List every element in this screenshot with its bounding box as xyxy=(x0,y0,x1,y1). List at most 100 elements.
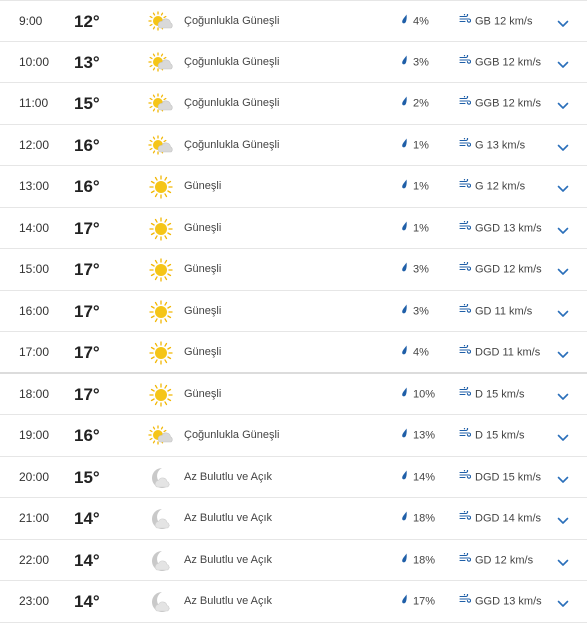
hour-temperature: 13° xyxy=(74,52,100,72)
forecast-row[interactable]: 11:00 15° Çoğunlukla Güneşli 2% GGB 12 k… xyxy=(0,83,587,125)
wind-value: D 15 km/s xyxy=(475,429,525,442)
raindrop-icon xyxy=(401,42,408,83)
precipitation-value: 14% xyxy=(413,470,436,483)
precipitation: 4% xyxy=(401,1,429,42)
precipitation-value: 3% xyxy=(413,263,429,276)
hour-time: 13:00 xyxy=(19,179,50,193)
expand-chevron-icon[interactable] xyxy=(557,389,569,400)
forecast-row[interactable]: 23:00 14° Az Bulutlu ve Açık 17% GGD 13 … xyxy=(0,581,587,623)
wind: DGD 11 km/s xyxy=(459,332,540,373)
expand-chevron-icon[interactable] xyxy=(557,555,569,566)
wind-value: GD 12 km/s xyxy=(475,553,534,566)
hour-time: 18:00 xyxy=(19,386,50,401)
forecast-row[interactable]: 13:00 16° Güneşli 1% G 12 km/s xyxy=(0,166,587,208)
wind-value: G 12 km/s xyxy=(475,180,526,193)
wind-icon xyxy=(459,540,472,581)
raindrop-icon xyxy=(401,581,408,622)
forecast-row[interactable]: 17:00 17° Güneşli 4% DGD 11 km/s xyxy=(0,332,587,374)
expand-chevron-icon[interactable] xyxy=(557,513,569,524)
expand-chevron-icon[interactable] xyxy=(557,347,569,358)
precipitation: 18% xyxy=(401,540,435,581)
precipitation-value: 13% xyxy=(413,429,436,442)
sunny-icon xyxy=(148,175,174,199)
hour-temperature: 16° xyxy=(74,426,100,445)
precipitation-value: 4% xyxy=(413,346,429,359)
precipitation: 3% xyxy=(401,249,429,290)
partly-clear-night-icon xyxy=(148,507,174,531)
forecast-row[interactable]: 19:00 16° Çoğunlukla Güneşli 13% D 15 km… xyxy=(0,415,587,457)
condition-text: Az Bulutlu ve Açık xyxy=(184,595,273,607)
raindrop-icon xyxy=(401,208,408,249)
precipitation-value: 1% xyxy=(413,180,429,193)
wind: GGD 13 km/s xyxy=(459,208,542,249)
mostly-sunny-icon xyxy=(148,424,174,448)
forecast-row[interactable]: 16:00 17° Güneşli 3% GD 11 km/s xyxy=(0,291,587,332)
condition-text: Az Bulutlu ve Açık xyxy=(184,470,273,483)
wind-value: GB 12 km/s xyxy=(475,15,533,28)
wind-value: DGD 14 km/s xyxy=(475,512,542,525)
wind: G 13 km/s xyxy=(459,125,525,166)
expand-chevron-icon[interactable] xyxy=(557,98,569,109)
wind: GD 12 km/s xyxy=(459,540,533,581)
hour-time: 17:00 xyxy=(19,345,50,359)
raindrop-icon xyxy=(401,166,408,207)
raindrop-icon xyxy=(401,540,408,581)
wind-icon xyxy=(459,581,472,622)
wind: GD 11 km/s xyxy=(459,291,532,332)
forecast-row[interactable]: 22:00 14° Az Bulutlu ve Açık 18% GD 12 k… xyxy=(0,540,587,581)
condition-text: Az Bulutlu ve Açık xyxy=(184,553,273,566)
wind-value: GGD 13 km/s xyxy=(475,221,542,234)
expand-chevron-icon[interactable] xyxy=(557,57,569,68)
hour-time: 11:00 xyxy=(19,96,49,110)
wind: DGD 15 km/s xyxy=(459,457,541,498)
wind-icon xyxy=(459,42,472,83)
forecast-row[interactable]: 10:00 13° Çoğunlukla Güneşli 3% GGB 12 k… xyxy=(0,42,587,83)
raindrop-icon xyxy=(401,83,408,124)
expand-chevron-icon[interactable] xyxy=(557,472,569,483)
precipitation-value: 18% xyxy=(413,512,436,525)
forecast-row[interactable]: 14:00 17° Güneşli 1% GGD 13 km/s xyxy=(0,208,587,249)
expand-chevron-icon[interactable] xyxy=(557,596,569,607)
raindrop-icon xyxy=(401,457,408,498)
forecast-row[interactable]: 12:00 16° Çoğunlukla Güneşli 1% G 13 km/… xyxy=(0,125,587,166)
condition-text: Güneşli xyxy=(184,387,222,400)
wind-icon xyxy=(459,415,472,456)
wind-icon xyxy=(459,374,472,415)
precipitation-value: 17% xyxy=(413,595,436,608)
wind-value: D 15 km/s xyxy=(475,387,525,400)
condition-text: Güneşli xyxy=(184,221,222,234)
precipitation-value: 2% xyxy=(413,97,429,110)
expand-chevron-icon[interactable] xyxy=(557,181,569,192)
raindrop-icon xyxy=(401,415,408,456)
precipitation-value: 1% xyxy=(413,138,429,151)
precipitation: 10% xyxy=(401,374,435,415)
forecast-row[interactable]: 9:00 12° Çoğunlukla Güneşli 4% GB 12 km/… xyxy=(0,0,587,42)
expand-chevron-icon[interactable] xyxy=(557,264,569,275)
expand-chevron-icon[interactable] xyxy=(557,16,569,27)
expand-chevron-icon[interactable] xyxy=(557,430,569,441)
condition-text: Güneşli xyxy=(184,263,222,275)
hourly-forecast-list: 9:00 12° Çoğunlukla Güneşli 4% GB 12 km/… xyxy=(0,0,587,623)
expand-chevron-icon[interactable] xyxy=(557,140,569,151)
wind: D 15 km/s xyxy=(459,415,525,456)
precipitation-value: 4% xyxy=(413,15,429,28)
wind-icon xyxy=(459,125,472,166)
expand-chevron-icon[interactable] xyxy=(557,223,569,234)
precipitation: 4% xyxy=(401,332,429,373)
expand-chevron-icon[interactable] xyxy=(557,306,569,317)
hour-time: 21:00 xyxy=(19,511,50,525)
wind-icon xyxy=(459,291,472,332)
mostly-sunny-icon xyxy=(148,92,174,116)
precipitation: 18% xyxy=(401,498,435,539)
precipitation: 1% xyxy=(401,208,429,249)
forecast-row[interactable]: 15:00 17° Güneşli 3% GGD 12 km/s xyxy=(0,249,587,291)
wind: D 15 km/s xyxy=(459,374,525,415)
precipitation-value: 3% xyxy=(413,55,429,68)
hour-temperature: 14° xyxy=(74,550,100,570)
forecast-row[interactable]: 21:00 14° Az Bulutlu ve Açık 18% DGD 14 … xyxy=(0,498,587,540)
sunny-icon xyxy=(148,216,174,241)
forecast-row[interactable]: 18:00 17° Güneşli 10% D 15 km/s xyxy=(0,374,587,415)
raindrop-icon xyxy=(401,332,408,373)
partly-clear-night-icon xyxy=(148,549,174,573)
forecast-row[interactable]: 20:00 15° Az Bulutlu ve Açık 14% DGD 15 … xyxy=(0,457,587,498)
